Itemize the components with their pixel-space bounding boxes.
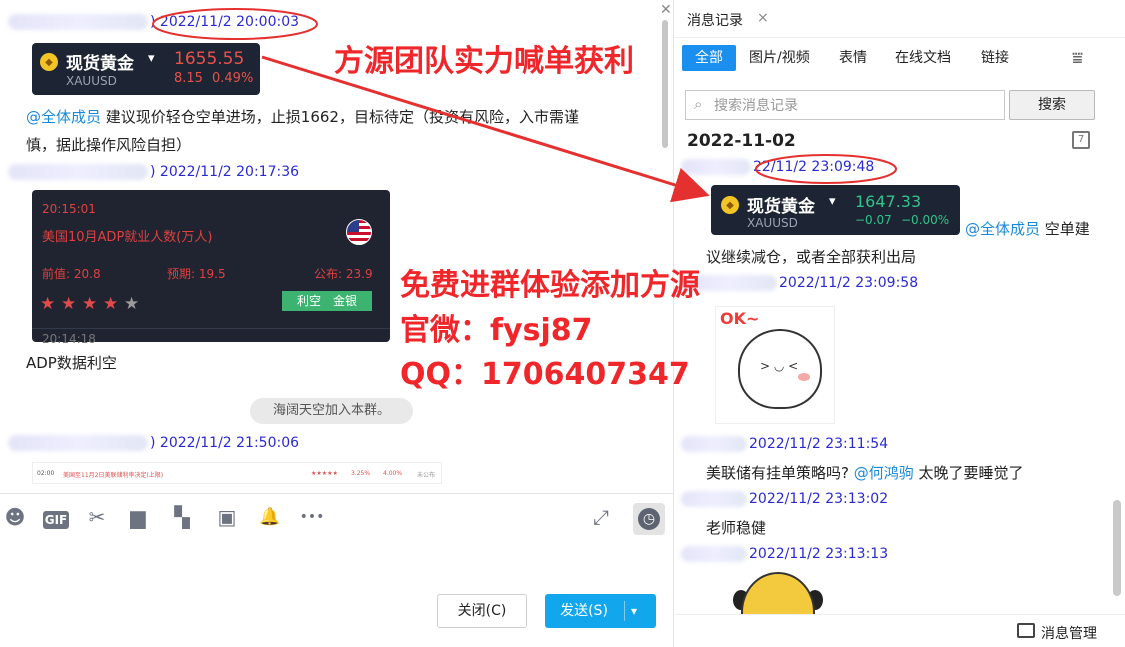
promo-headline: 方源团队实力喊单获利 (334, 44, 634, 79)
promo-line: QQ：1706407347 (400, 357, 690, 392)
promo-line: 官微：fysj87 (400, 313, 593, 348)
promo-line: 免费进群体验添加方源 (400, 268, 700, 303)
